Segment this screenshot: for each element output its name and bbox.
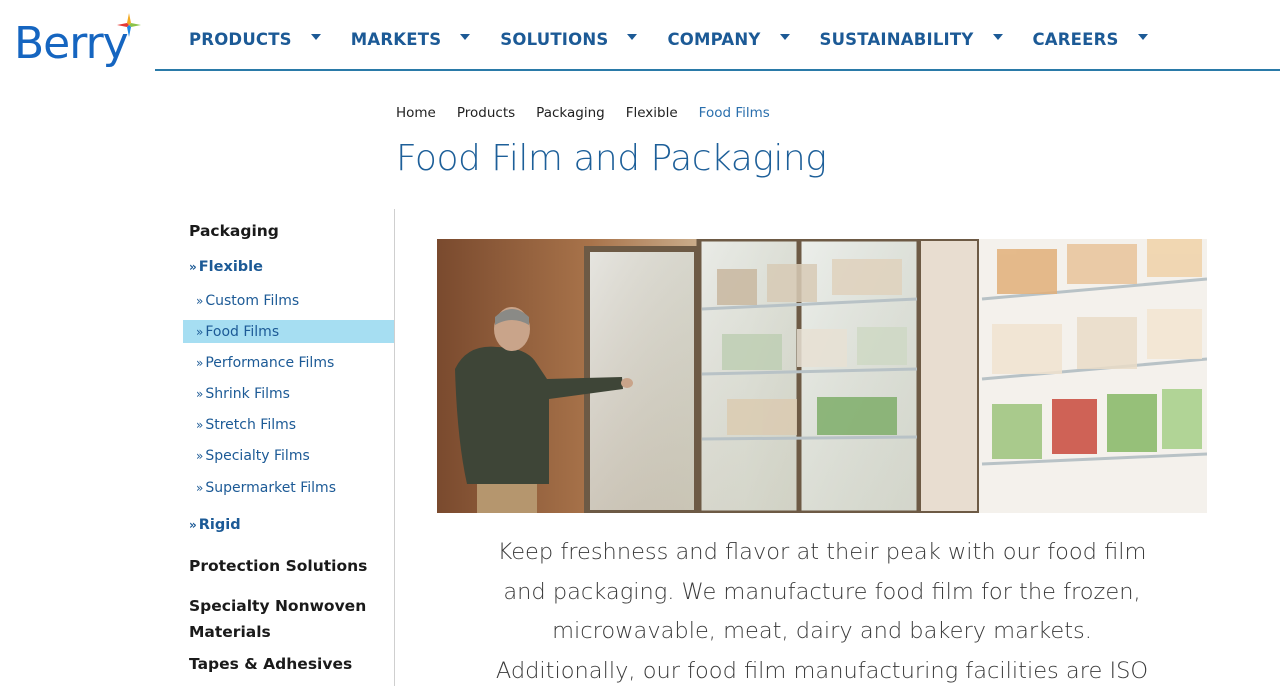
- page-title: Food Film and Packaging: [396, 138, 827, 179]
- sidebar-item-label: Stretch Films: [205, 416, 297, 433]
- chevron-icon: »: [189, 260, 197, 274]
- chevron-icon: »: [189, 518, 197, 532]
- sidebar-item-custom-films[interactable]: » Custom Films: [183, 289, 394, 312]
- chevron-icon: »: [196, 448, 204, 463]
- sidebar-item-label: Shrink Films: [205, 385, 290, 402]
- nav-label: SUSTAINABILITY: [819, 30, 974, 49]
- sidebar-item-shrink-films[interactable]: » Shrink Films: [183, 382, 394, 405]
- intro-paragraph: Keep freshness and flavor at their peak …: [480, 533, 1164, 686]
- chevron-icon: »: [196, 480, 204, 495]
- sidebar-item-stretch-films[interactable]: » Stretch Films: [183, 413, 394, 436]
- sidebar-rigid[interactable]: » Rigid: [189, 517, 241, 533]
- chevron-icon: »: [196, 324, 204, 339]
- caret-down-icon[interactable]: [779, 33, 790, 40]
- sidebar-nonwoven-line2: Materials: [189, 623, 271, 641]
- chevron-icon: »: [196, 293, 204, 308]
- nav-item-sustainability[interactable]: SUSTAINABILITY: [820, 30, 1003, 49]
- logo-wordmark: Berry: [14, 18, 129, 69]
- sidebar-protection-solutions[interactable]: Protection Solutions: [189, 557, 367, 575]
- sidebar-item-label: Specialty Films: [205, 447, 310, 464]
- sidebar-item-label: Custom Films: [205, 292, 300, 309]
- sidebar-item-label: Performance Films: [205, 354, 335, 371]
- caret-down-icon[interactable]: [310, 33, 321, 40]
- sidebar-item-label: Supermarket Films: [205, 479, 336, 496]
- sidebar: Packaging » Flexible » Custom Films» Food F…: [183, 209, 395, 686]
- chevron-icon: »: [196, 355, 204, 370]
- sidebar-item-specialty-films[interactable]: » Specialty Films: [183, 444, 394, 467]
- nav-label: MARKETS: [350, 30, 442, 49]
- sidebar-flexible-label: Flexible: [198, 259, 263, 275]
- nav-label: COMPANY: [667, 30, 761, 49]
- sidebar-item-performance-films[interactable]: » Performance Films: [183, 351, 394, 374]
- intro-line: and packaging. We manufacture food film …: [503, 578, 1141, 605]
- breadcrumb-item[interactable]: Products: [457, 105, 515, 121]
- sidebar-item-supermarket-films[interactable]: » Supermarket Films: [183, 476, 394, 499]
- intro-line: Additionally, our food film manufacturin…: [495, 657, 1149, 684]
- nav-item-markets[interactable]: MARKETS: [351, 30, 471, 49]
- caret-down-icon[interactable]: [1137, 33, 1148, 40]
- sidebar-packaging[interactable]: Packaging: [189, 222, 279, 240]
- chevron-icon: »: [196, 386, 204, 401]
- sidebar-item-label: Food Films: [205, 323, 280, 340]
- nav-item-company[interactable]: COMPANY: [667, 30, 790, 49]
- main-nav-list: PRODUCTS MARKETS SOLUTIONS COMPANY SUSTAINAB…: [189, 30, 1178, 49]
- breadcrumb-item[interactable]: Flexible: [626, 105, 678, 121]
- sidebar-tapes-adhesives[interactable]: Tapes & Adhesives: [189, 655, 352, 673]
- nav-item-careers[interactable]: CAREERS: [1033, 30, 1148, 49]
- sidebar-flexible[interactable]: » Flexible: [189, 259, 263, 275]
- breadcrumb-item[interactable]: Packaging: [536, 105, 605, 121]
- caret-down-icon[interactable]: [460, 33, 471, 40]
- sidebar-rigid-label: Rigid: [198, 517, 241, 533]
- intro-line: microwavable, meat, dairy and bakery mar…: [552, 618, 1092, 644]
- hero-image: [437, 239, 1207, 513]
- berry-logo[interactable]: Berry: [14, 12, 142, 78]
- sidebar-item-food-films[interactable]: » Food Films: [183, 320, 394, 343]
- caret-down-icon[interactable]: [627, 33, 638, 40]
- sidebar-nonwoven-line1: Specialty Nonwoven: [189, 597, 367, 615]
- intro-line: Keep freshness and flavor at their peak …: [497, 539, 1147, 565]
- breadcrumb: Home Products Packaging Flexible Food Films: [396, 105, 791, 121]
- caret-down-icon[interactable]: [992, 33, 1003, 40]
- main-nav: PRODUCTS MARKETS SOLUTIONS COMPANY SUSTAINAB…: [155, 0, 1280, 71]
- breadcrumb-item[interactable]: Home: [396, 105, 436, 121]
- logo-star-icon: [117, 13, 141, 37]
- nav-item-products[interactable]: PRODUCTS: [189, 30, 321, 49]
- nav-label: CAREERS: [1032, 30, 1119, 49]
- sidebar-specialty-nonwoven[interactable]: Specialty Nonwoven Materials: [189, 593, 366, 645]
- grocery-freezer-photo-icon: [437, 239, 1207, 513]
- chevron-icon: »: [196, 417, 204, 432]
- nav-label: SOLUTIONS: [500, 30, 609, 49]
- nav-item-solutions[interactable]: SOLUTIONS: [500, 30, 638, 49]
- breadcrumb-item[interactable]: Food Films: [699, 105, 770, 121]
- nav-label: PRODUCTS: [189, 30, 292, 49]
